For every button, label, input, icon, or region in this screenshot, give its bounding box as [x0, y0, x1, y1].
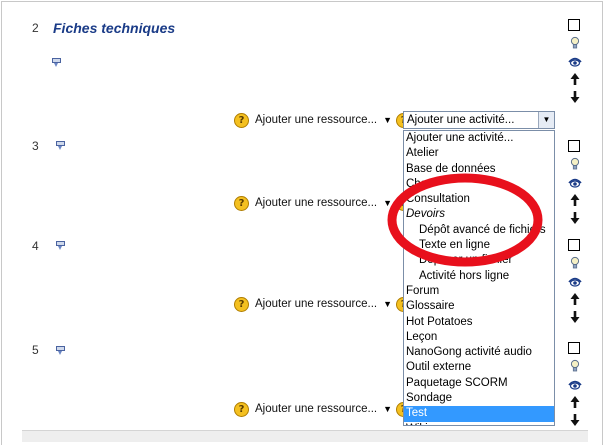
- activity-option[interactable]: Atelier: [404, 146, 554, 161]
- add-resource-row: ? Ajouter une ressource... ▼ ?: [234, 295, 412, 313]
- move-down-arrow-icon[interactable]: [568, 310, 582, 324]
- visibility-eye-icon[interactable]: [568, 377, 582, 391]
- move-up-arrow-icon[interactable]: [568, 72, 582, 86]
- dropdown-arrow-icon[interactable]: ▼: [538, 112, 554, 128]
- activity-dropdown-list[interactable]: Ajouter une activité... Atelier Base de do…: [403, 130, 555, 426]
- highlight-bulb-icon[interactable]: [568, 157, 582, 171]
- activity-option[interactable]: Déposer un fichier: [404, 253, 554, 268]
- help-icon[interactable]: ?: [234, 401, 249, 417]
- checkbox[interactable]: [568, 19, 582, 33]
- checkbox[interactable]: [568, 342, 582, 356]
- visibility-eye-icon[interactable]: [568, 274, 582, 288]
- add-resource-row: ? Ajouter une ressource... ▼ ?: [234, 194, 412, 212]
- activity-option[interactable]: Leçon: [404, 330, 554, 345]
- move-up-arrow-icon[interactable]: [568, 193, 582, 207]
- activity-option[interactable]: Wiki: [404, 422, 554, 425]
- move-up-arrow-icon[interactable]: [568, 395, 582, 409]
- highlight-bulb-icon[interactable]: [568, 359, 582, 373]
- activity-option[interactable]: Glossaire: [404, 299, 554, 314]
- highlight-bulb-icon[interactable]: [568, 36, 582, 50]
- activity-option[interactable]: Outil externe: [404, 360, 554, 375]
- summary-edit-icon[interactable]: [56, 141, 66, 151]
- section-number: 4: [32, 239, 39, 253]
- add-activity-value: Ajouter une activité...: [407, 114, 515, 126]
- section-number: 2: [32, 21, 39, 35]
- add-resource-row: ? Ajouter une ressource... ▼ ?: [234, 400, 412, 418]
- activity-option[interactable]: Ajouter une activité...: [404, 131, 554, 146]
- section-number: 3: [32, 139, 39, 153]
- move-up-arrow-icon[interactable]: [568, 292, 582, 306]
- course-editing-page: 2 Fiches techniques 3 4 5 ? Ajouter une …: [1, 1, 603, 445]
- activity-option[interactable]: NanoGong activité audio: [404, 345, 554, 360]
- section-number: 5: [32, 343, 39, 357]
- add-resource-select[interactable]: Ajouter une ressource... ▼: [253, 194, 392, 212]
- activity-option[interactable]: Forum: [404, 284, 554, 299]
- add-resource-row: ? Ajouter une ressource... ▼ ?: [234, 111, 412, 129]
- help-icon[interactable]: ?: [234, 112, 249, 128]
- summary-edit-icon[interactable]: [56, 346, 66, 356]
- activity-option[interactable]: Consultation: [404, 192, 554, 207]
- activity-option[interactable]: Sondage: [404, 391, 554, 406]
- highlight-bulb-icon[interactable]: [568, 256, 582, 270]
- activity-option[interactable]: Test: [404, 406, 554, 422]
- activity-option[interactable]: Base de données: [404, 162, 554, 177]
- activity-option[interactable]: Chat: [404, 177, 554, 192]
- dropdown-arrow-icon: ▼: [383, 404, 393, 414]
- option-group-label: Devoirs: [406, 208, 445, 221]
- dropdown-arrow-icon: ▼: [383, 299, 393, 309]
- add-resource-label: Ajouter une ressource...: [255, 114, 378, 126]
- add-activity-select[interactable]: Ajouter une activité... ▼: [403, 111, 555, 129]
- section-title: Fiches techniques: [53, 20, 176, 36]
- dropdown-arrow-icon: ▼: [383, 115, 393, 125]
- move-down-arrow-icon[interactable]: [568, 90, 582, 104]
- add-resource-label: Ajouter une ressource...: [255, 197, 378, 209]
- summary-edit-icon[interactable]: [52, 58, 62, 68]
- footer-bar: [22, 430, 588, 442]
- move-down-arrow-icon[interactable]: [568, 211, 582, 225]
- checkbox[interactable]: [568, 140, 582, 154]
- summary-edit-icon[interactable]: [56, 241, 66, 251]
- add-resource-select[interactable]: Ajouter une ressource... ▼: [253, 400, 392, 418]
- add-resource-select[interactable]: Ajouter une ressource... ▼: [253, 111, 392, 129]
- help-icon[interactable]: ?: [234, 296, 249, 312]
- activity-option[interactable]: Paquetage SCORM: [404, 376, 554, 391]
- add-resource-label: Ajouter une ressource...: [255, 298, 378, 310]
- activity-option[interactable]: Hot Potatoes: [404, 315, 554, 330]
- move-down-arrow-icon[interactable]: [568, 413, 582, 427]
- add-resource-select[interactable]: Ajouter une ressource... ▼: [253, 295, 392, 313]
- visibility-eye-icon[interactable]: [568, 175, 582, 189]
- help-icon[interactable]: ?: [234, 195, 249, 211]
- activity-option[interactable]: Dépôt avancé de fichiers: [404, 223, 554, 238]
- add-resource-label: Ajouter une ressource...: [255, 403, 378, 415]
- dropdown-arrow-icon: ▼: [383, 198, 393, 208]
- activity-option[interactable]: Activité hors ligne: [404, 269, 554, 284]
- visibility-eye-icon[interactable]: [568, 54, 582, 68]
- checkbox[interactable]: [568, 239, 582, 253]
- activity-option[interactable]: Texte en ligne: [404, 238, 554, 253]
